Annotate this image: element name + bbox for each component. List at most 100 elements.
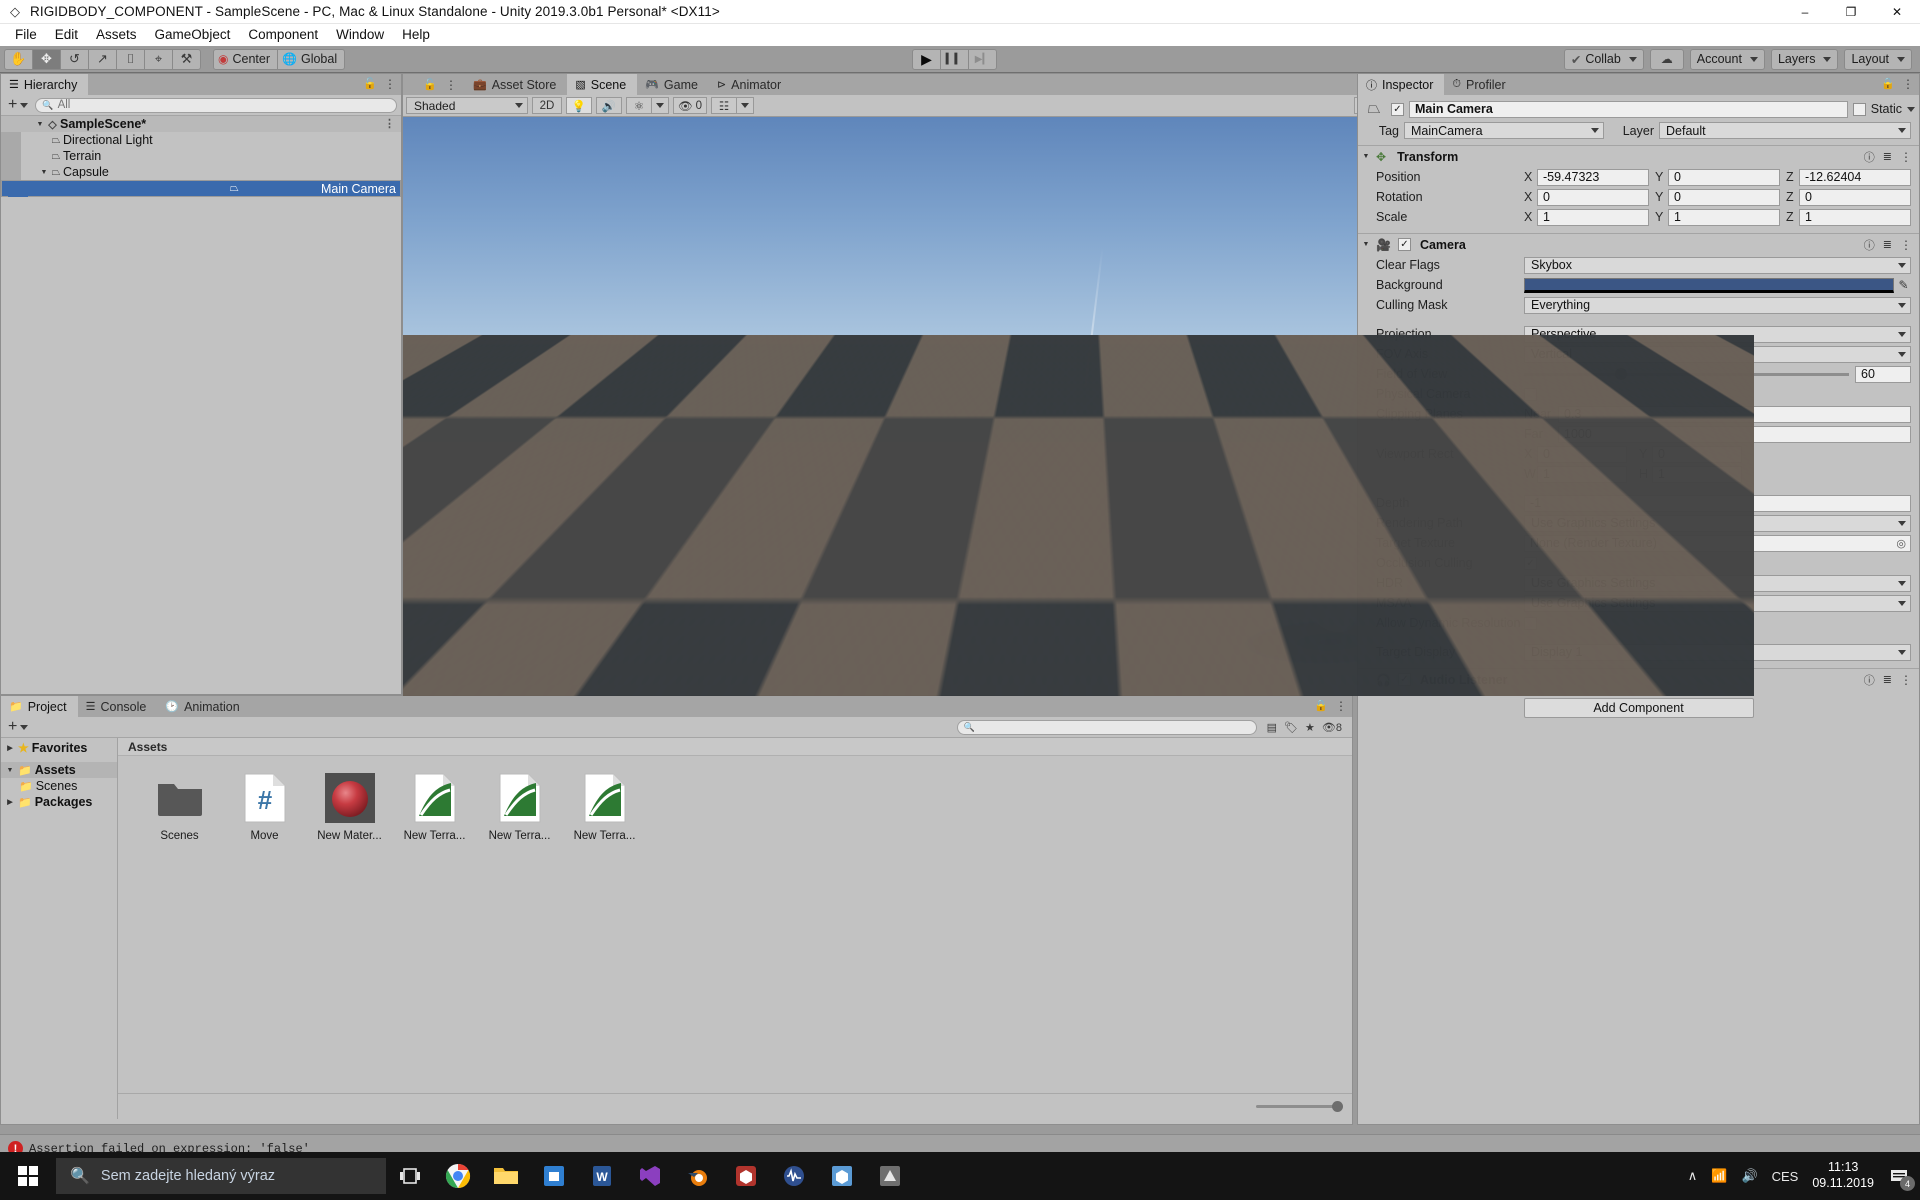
monogame-icon[interactable] (866, 1152, 914, 1200)
viewport-w-input[interactable]: 1 (1537, 465, 1627, 483)
menu-assets[interactable]: Assets (87, 24, 146, 46)
menu-gameobject[interactable]: GameObject (146, 24, 240, 46)
expand-triangle-icon[interactable]: ▶ (5, 798, 15, 806)
clipping-far-input[interactable]: 1000 (1558, 425, 1911, 443)
component-header-transform[interactable]: ✥ Transform ⓘ ≣ ⋮ (1358, 145, 1919, 167)
chevron-down-icon[interactable] (1907, 106, 1915, 112)
rotation-z-input[interactable]: 0 (1799, 188, 1911, 206)
lock-icon[interactable]: 🔒 (1881, 77, 1895, 90)
taskbar-search-input[interactable]: 🔍 Sem zadejte hledaný výraz (56, 1158, 386, 1194)
occlusion-culling-checkbox[interactable]: ✓ (1524, 556, 1537, 570)
project-search-input[interactable]: 🔍 (956, 719, 1257, 735)
kebab-menu-icon[interactable]: ⋮ (384, 78, 397, 90)
preset-icon[interactable]: ≣ (1883, 673, 1892, 686)
folder-explorer-icon[interactable] (482, 1152, 530, 1200)
project-tree-scenes[interactable]: 📁 Scenes (1, 778, 117, 794)
scene-fx-dropdown[interactable]: ⚛ (626, 97, 652, 114)
account-button[interactable]: Account (1689, 48, 1765, 70)
tab-scene[interactable]: ▧ Scene (567, 74, 638, 95)
allow-dynamic-resolution-checkbox[interactable] (1524, 616, 1537, 630)
hierarchy-row-main-camera[interactable]: ⏢ Main Camera (1, 180, 401, 197)
filter-label-icon[interactable]: 🏷 (1284, 721, 1298, 734)
clear-flags-dropdown[interactable]: Skybox (1524, 256, 1911, 274)
tab-game[interactable]: 🎮 Game (637, 74, 709, 95)
viewport-h-input[interactable]: 1 (1652, 465, 1742, 483)
word-icon[interactable]: W (578, 1152, 626, 1200)
hidden-assets-icon[interactable]: 👁8 (1322, 721, 1342, 734)
unity-hub-icon[interactable] (722, 1152, 770, 1200)
hierarchy-row-directional-light[interactable]: ⏢ Directional Light (1, 132, 401, 148)
help-icon[interactable]: ⓘ (1864, 672, 1875, 688)
help-icon[interactable]: ⓘ (1864, 237, 1875, 253)
expand-triangle-icon[interactable] (1361, 153, 1371, 160)
unity-editor-icon[interactable] (818, 1152, 866, 1200)
maximize-button[interactable]: ❐ (1828, 0, 1874, 24)
help-icon[interactable]: ⓘ (1864, 149, 1875, 165)
scene-draw-mode-dropdown[interactable]: Shaded (406, 97, 528, 114)
menu-file[interactable]: File (6, 24, 46, 46)
scene-audio-toggle[interactable]: 🔊 (596, 97, 622, 114)
rect-tool-button[interactable]: ⌷ (116, 48, 145, 70)
clipping-near-input[interactable]: 0.3 (1558, 405, 1911, 423)
object-name-field[interactable]: Main Camera (1409, 100, 1848, 118)
handle-rotation-button[interactable]: 🌐 Global (277, 48, 346, 70)
chevron-up-icon[interactable]: ∧ (1688, 1168, 1698, 1184)
expand-triangle-icon[interactable]: ▶ (5, 744, 15, 752)
kebab-menu-icon[interactable]: ⋮ (384, 118, 395, 129)
scale-x-input[interactable]: 1 (1537, 208, 1649, 226)
tab-inspector[interactable]: ⓘ Inspector (1358, 74, 1445, 95)
lock-icon[interactable]: 🔓 (423, 78, 437, 91)
slider-knob[interactable] (1332, 1101, 1343, 1112)
asset-item-new-terrain-3[interactable]: New Terra... (567, 770, 642, 842)
task-view-icon[interactable] (386, 1152, 434, 1200)
step-button[interactable]: ▶▎ (967, 48, 997, 70)
clock[interactable]: 11:13 09.11.2019 (1812, 1160, 1874, 1191)
position-x-input[interactable]: -59.47323 (1537, 168, 1649, 186)
hierarchy-create-button[interactable]: + (5, 96, 31, 114)
scene-hidden-objects-button[interactable]: 👁 0 (673, 97, 708, 114)
hdr-dropdown[interactable]: Use Graphics Settings (1524, 574, 1911, 592)
slider-knob[interactable] (1615, 367, 1627, 380)
physical-camera-checkbox[interactable] (1524, 387, 1537, 401)
asset-item-move[interactable]: # Move (227, 770, 302, 842)
project-create-button[interactable]: + (5, 718, 31, 736)
object-enabled-checkbox[interactable]: ✓ (1391, 102, 1404, 116)
layer-dropdown[interactable]: Default (1659, 122, 1911, 139)
kebab-menu-icon[interactable]: ⋮ (1902, 78, 1915, 90)
menu-edit[interactable]: Edit (46, 24, 87, 46)
component-header-audio-listener[interactable]: 🎧 ✓ Audio Listener ⓘ ≣ ⋮ (1358, 668, 1919, 690)
language-indicator[interactable]: CES (1772, 1169, 1799, 1184)
scale-tool-button[interactable]: ↗ (88, 48, 117, 70)
static-checkbox[interactable] (1852, 102, 1866, 116)
collab-button[interactable]: ✔ Collab (1563, 48, 1644, 70)
filter-type-icon[interactable]: ▤ (1267, 721, 1277, 734)
target-display-dropdown[interactable]: Display 1 (1524, 643, 1911, 661)
layout-button[interactable]: Layout (1844, 48, 1912, 70)
object-picker-icon[interactable]: ◎ (1896, 537, 1906, 550)
tab-profiler[interactable]: ⏱ Profiler (1444, 74, 1516, 95)
kebab-menu-icon[interactable]: ⋮ (1900, 674, 1913, 686)
store-icon[interactable] (530, 1152, 578, 1200)
menu-window[interactable]: Window (327, 24, 393, 46)
scene-lighting-toggle[interactable]: 💡 (566, 97, 592, 114)
component-header-camera[interactable]: 🎥 ✓ Camera ⓘ ≣ ⋮ (1358, 233, 1919, 255)
background-color-swatch[interactable] (1524, 277, 1894, 293)
minimize-button[interactable]: – (1782, 0, 1828, 24)
fov-axis-dropdown[interactable]: Vertical (1524, 345, 1911, 363)
notification-center-icon[interactable]: 4 (1888, 1165, 1915, 1191)
tab-project[interactable]: 📁 Project (1, 696, 78, 717)
add-component-button[interactable]: Add Component (1523, 698, 1754, 718)
project-tree-favorites[interactable]: ▶ ★ Favorites (1, 740, 117, 756)
expand-triangle-icon[interactable]: ▼ (5, 767, 15, 774)
projection-dropdown[interactable]: Perspective (1524, 325, 1911, 343)
asset-item-new-terrain-1[interactable]: New Terra... (397, 770, 472, 842)
custom-editor-tool-button[interactable]: ⚒ (172, 48, 201, 70)
rotation-x-input[interactable]: 0 (1537, 188, 1649, 206)
play-button[interactable]: ▶ (911, 48, 941, 70)
rotation-y-input[interactable]: 0 (1668, 188, 1780, 206)
asset-item-new-terrain-2[interactable]: New Terra... (482, 770, 557, 842)
viewport-y-input[interactable]: 0 (1652, 445, 1742, 463)
hierarchy-search-input[interactable]: 🔍 All (35, 97, 397, 113)
project-tree-assets[interactable]: ▼ 📁 Assets (1, 762, 117, 778)
msaa-dropdown[interactable]: Use Graphics Settings (1524, 594, 1911, 612)
